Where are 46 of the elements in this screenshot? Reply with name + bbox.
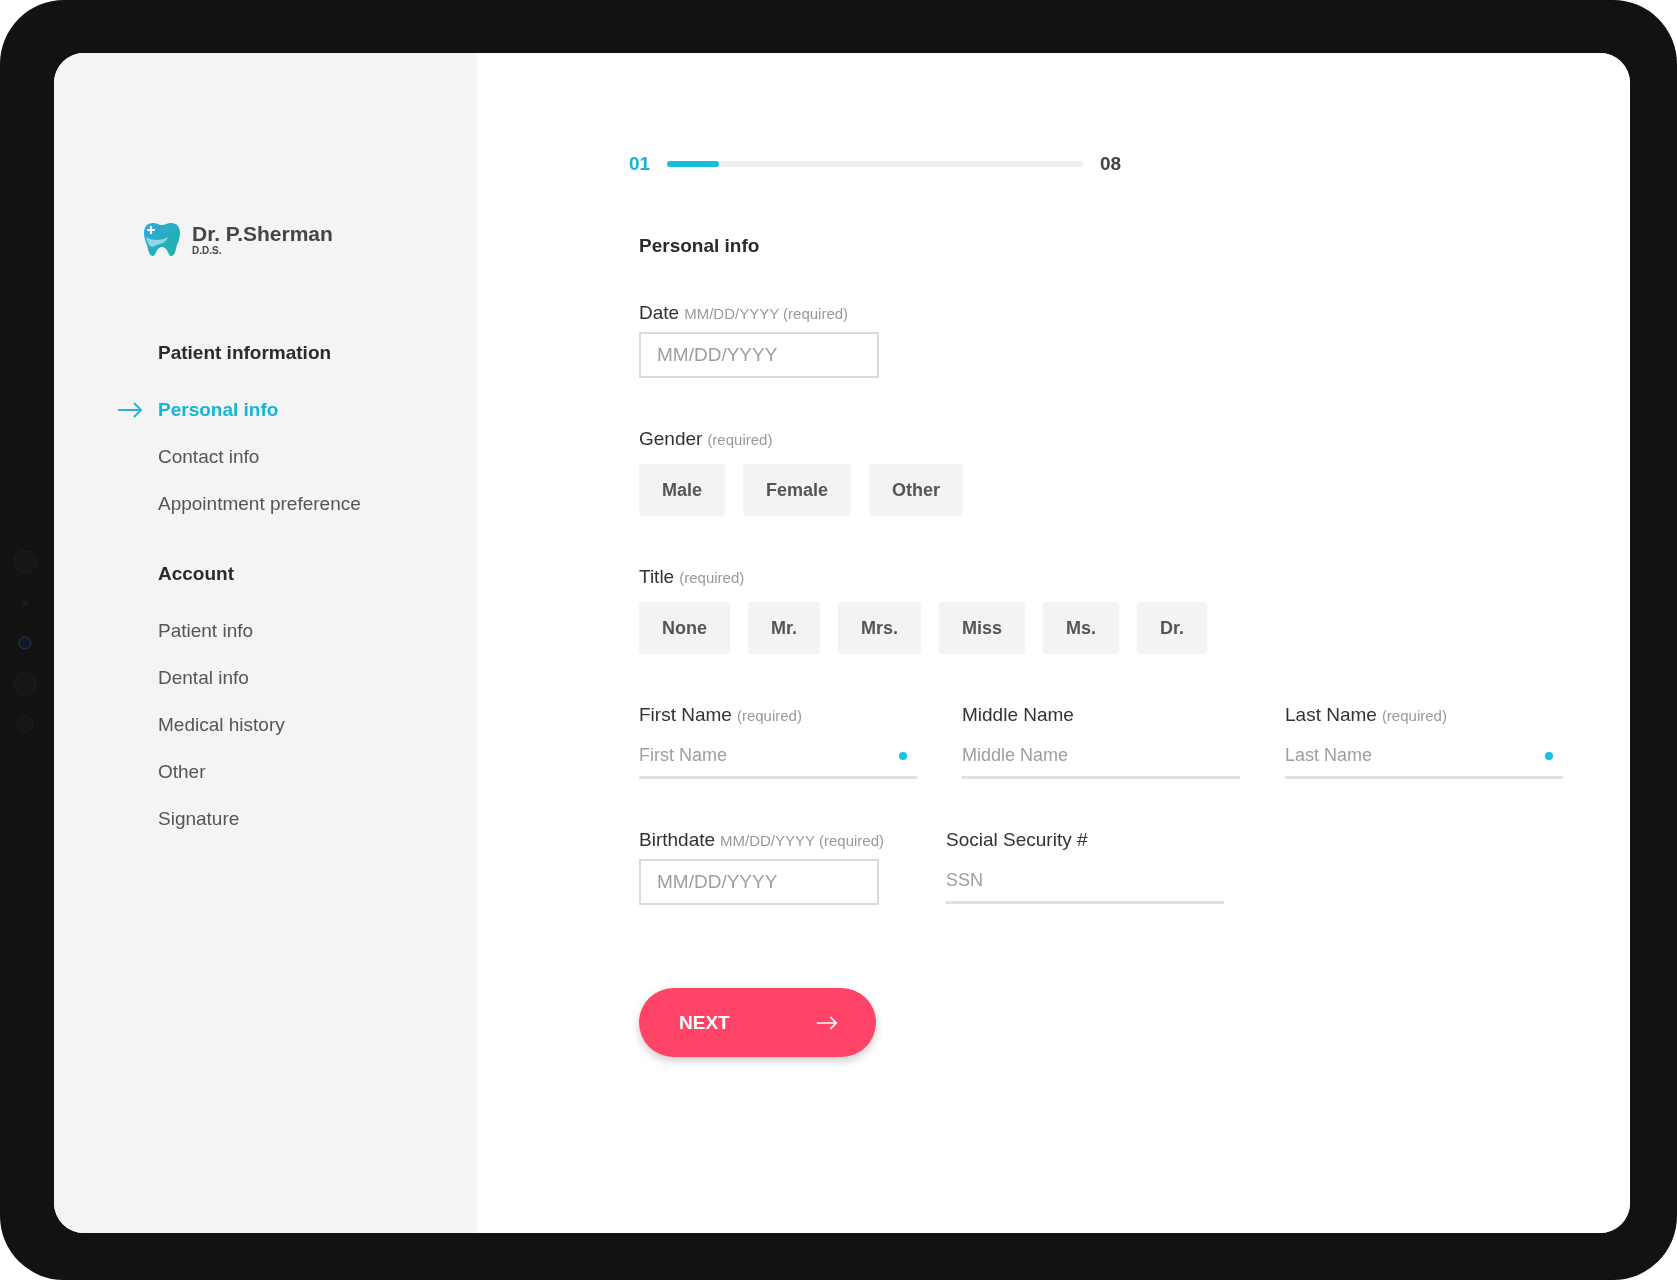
option-button[interactable]: Miss — [939, 602, 1026, 654]
text-input-field[interactable]: Last Name — [1285, 734, 1563, 779]
field-label: Gender — [639, 428, 703, 450]
option-button[interactable]: Ms. — [1043, 602, 1120, 654]
option-button[interactable]: Other — [869, 464, 964, 516]
field-label: Date — [639, 302, 680, 324]
current-step: 01 — [629, 153, 667, 175]
tooth-logo-icon — [143, 222, 181, 256]
field-label: Social Security # — [946, 829, 1088, 851]
nav-item[interactable]: Contact info — [158, 445, 260, 468]
option-button[interactable]: Male — [639, 464, 726, 516]
nav-item[interactable]: Other — [158, 760, 206, 783]
field-label: Title — [639, 566, 675, 588]
nav-item[interactable]: Patient info — [158, 619, 254, 642]
total-steps: 08 — [1100, 153, 1122, 175]
text-input-field[interactable]: Middle Name — [962, 734, 1240, 779]
nav-item[interactable]: Medical history — [158, 713, 285, 736]
field-hint: (required) — [679, 569, 745, 586]
field-hint: MM/DD/YYYY (required) — [684, 305, 849, 322]
nav-item[interactable]: Signature — [158, 807, 240, 830]
text-input-field[interactable]: SSN — [946, 859, 1224, 904]
option-button[interactable]: Dr. — [1137, 602, 1208, 654]
option-button[interactable]: Female — [743, 464, 852, 516]
date-input-field[interactable]: MM/DD/YYYY — [639, 859, 879, 905]
field-hint: (required) — [707, 431, 773, 448]
field-hint: (required) — [736, 707, 802, 724]
logo-name: Dr. P.Sherman — [192, 222, 333, 245]
form-heading: Personal info — [639, 235, 761, 257]
text-input-field[interactable]: First Name — [639, 734, 917, 779]
nav-section-heading: Patient information — [158, 342, 333, 364]
option-button[interactable]: Mrs. — [838, 602, 922, 654]
nav-section-heading: Account — [158, 563, 235, 585]
logo-subtitle: D.D.S. — [192, 244, 223, 256]
field-label: Last Name — [1285, 704, 1377, 726]
option-button[interactable]: None — [639, 602, 730, 654]
field-label: First Name — [639, 704, 732, 726]
field-hint: MM/DD/YYYY (required) — [720, 832, 884, 849]
field-label: Middle Name — [962, 704, 1074, 726]
nav-item[interactable]: Dental info — [158, 666, 249, 689]
nav-item[interactable]: Appointment preference — [158, 492, 361, 515]
option-button[interactable]: Mr. — [748, 602, 820, 654]
date-input-field[interactable]: MM/DD/YYYY — [639, 332, 879, 378]
arrow-right-icon — [117, 401, 143, 418]
field-hint: (required) — [1381, 707, 1447, 724]
field-label: Birthdate — [639, 829, 716, 851]
arrow-right-icon — [816, 1014, 838, 1031]
